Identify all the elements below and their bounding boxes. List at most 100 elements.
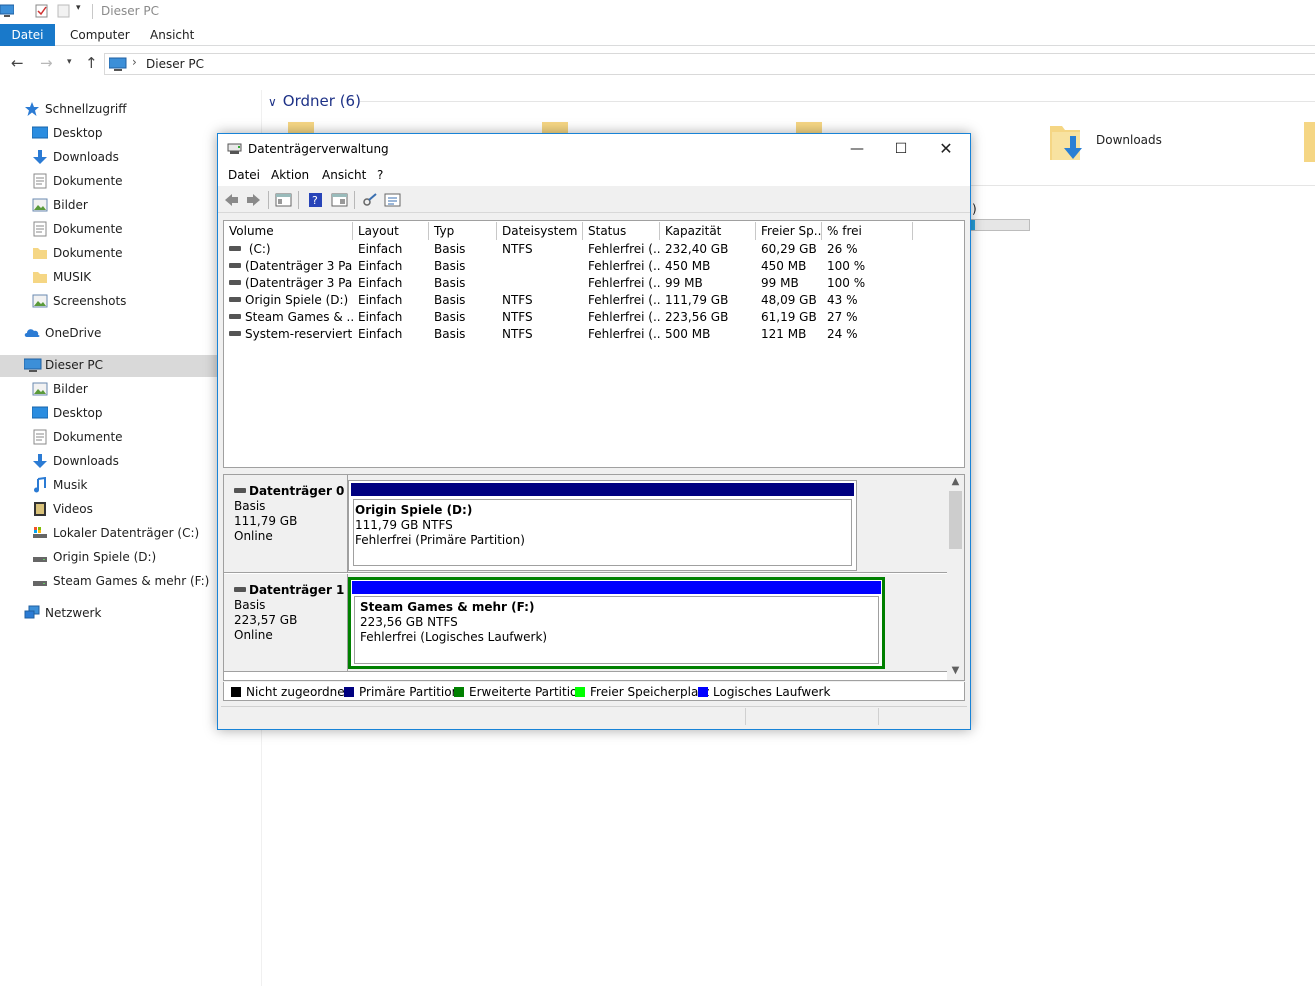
download-arrow-icon xyxy=(32,453,48,469)
cell-dateisystem: NTFS xyxy=(502,310,533,324)
sidebar-item-label: Dokumente xyxy=(53,222,123,236)
breadcrumb-chevron-icon[interactable]: › xyxy=(132,55,137,69)
console-tree-icon[interactable] xyxy=(275,192,292,208)
back-arrow-icon[interactable] xyxy=(223,192,240,208)
cell-layout: Einfach xyxy=(358,242,403,256)
volume-list: Volume Layout Typ Dateisystem Status Kap… xyxy=(223,220,965,468)
table-row[interactable]: Steam Games & ... Einfach Basis NTFS Feh… xyxy=(224,309,964,326)
properties-check-icon[interactable] xyxy=(35,4,49,18)
cell-prozent-frei: 26 % xyxy=(827,242,858,256)
ribbon-tab-computer[interactable]: Computer xyxy=(70,24,130,46)
volume-list-header: Volume Layout Typ Dateisystem Status Kap… xyxy=(224,222,964,240)
column-typ[interactable]: Typ xyxy=(429,222,497,240)
disk-view-scrollbar[interactable]: ▲ ▼ xyxy=(947,475,964,680)
disk-management-window: Datenträgerverwaltung — ☐ ✕ Datei Aktion… xyxy=(217,133,971,730)
disk-graphical-view: Datenträger 0 Basis 111,79 GB Online Ori… xyxy=(223,474,965,681)
menu-help[interactable]: ? xyxy=(377,168,383,182)
scroll-up-arrow-icon[interactable]: ▲ xyxy=(947,476,964,487)
scrollbar-thumb[interactable] xyxy=(949,491,962,549)
group-header-ordner[interactable]: ∨ Ordner (6) xyxy=(268,92,361,110)
table-row[interactable]: System-reserviert Einfach Basis NTFS Feh… xyxy=(224,326,964,343)
disk-0-label[interactable]: Datenträger 0 Basis 111,79 GB Online xyxy=(224,475,348,573)
sidebar-item-label: Dieser PC xyxy=(45,358,103,372)
column-freier-speicher[interactable]: Freier Sp... xyxy=(756,222,825,240)
disk-key-icon[interactable] xyxy=(361,192,378,208)
table-row[interactable]: (Datenträger 3 Par... Einfach Basis Fehl… xyxy=(224,258,964,275)
column-volume[interactable]: Volume xyxy=(224,222,353,240)
onedrive-cloud-icon xyxy=(24,325,40,341)
cell-kapazitaet: 99 MB xyxy=(665,276,703,290)
sidebar-item-label: Dokumente xyxy=(53,246,123,260)
folder-icon[interactable] xyxy=(1304,122,1315,162)
cell-prozent-frei: 100 % xyxy=(827,259,866,273)
menu-datei[interactable]: Datei xyxy=(228,168,260,182)
collapse-chevron-icon[interactable]: ∨ xyxy=(268,95,277,109)
documents-icon xyxy=(32,221,48,237)
dm-status-bar xyxy=(221,706,967,726)
network-icon xyxy=(24,605,40,621)
disk-0-name: Datenträger 0 xyxy=(234,484,347,499)
help-icon[interactable]: ? xyxy=(307,192,324,208)
recent-locations-chevron-icon[interactable]: ▾ xyxy=(67,57,72,67)
column-layout[interactable]: Layout xyxy=(353,222,429,240)
back-arrow-icon[interactable]: ← xyxy=(11,54,24,72)
scroll-down-arrow-icon[interactable]: ▼ xyxy=(947,665,964,676)
cell-kapazitaet: 223,56 GB xyxy=(665,310,729,324)
downloads-folder-icon[interactable] xyxy=(1050,122,1088,165)
cell-volume: System-reserviert xyxy=(224,326,353,343)
column-status[interactable]: Status xyxy=(583,222,660,240)
properties-icon[interactable] xyxy=(331,192,348,208)
cell-status: Fehlerfrei (... xyxy=(588,310,660,324)
disk-1-area: Steam Games & mehr (F:) 223,56 GB NTFS F… xyxy=(348,574,948,672)
maximize-button[interactable]: ☐ xyxy=(878,134,924,164)
table-row[interactable]: (C:) Einfach Basis NTFS Fehlerfrei (... … xyxy=(224,241,964,258)
partition-origin-spiele[interactable]: Origin Spiele (D:) 111,79 GB NTFS Fehler… xyxy=(348,480,857,571)
minimize-button[interactable]: — xyxy=(834,134,880,164)
partition-steam-games[interactable]: Steam Games & mehr (F:) 223,56 GB NTFS F… xyxy=(348,577,885,669)
settings-list-icon[interactable] xyxy=(384,192,401,208)
cell-typ: Basis xyxy=(434,327,466,341)
computer-icon[interactable] xyxy=(0,4,15,18)
sidebar-item-label: Netzwerk xyxy=(45,606,102,620)
column-dateisystem[interactable]: Dateisystem xyxy=(497,222,583,240)
address-bar[interactable]: › Dieser PC xyxy=(104,53,1315,75)
forward-arrow-icon[interactable]: → xyxy=(40,54,53,72)
ribbon-tab-datei[interactable]: Datei xyxy=(0,24,55,46)
menu-ansicht[interactable]: Ansicht xyxy=(322,168,366,182)
close-button[interactable]: ✕ xyxy=(923,134,969,164)
up-arrow-icon[interactable]: ↑ xyxy=(85,54,98,72)
table-row[interactable]: Origin Spiele (D:) Einfach Basis NTFS Fe… xyxy=(224,292,964,309)
sidebar-item-label: Lokaler Datenträger (C:) xyxy=(53,526,200,540)
drive-icon xyxy=(32,573,48,589)
pictures-icon xyxy=(32,197,48,213)
title-separator xyxy=(92,4,93,19)
ribbon-tab-ansicht[interactable]: Ansicht xyxy=(150,24,194,46)
breadcrumb-dieser-pc[interactable]: Dieser PC xyxy=(146,57,204,71)
drive-icon xyxy=(229,263,241,268)
column-prozent-frei[interactable]: % frei xyxy=(822,222,913,240)
desktop-icon xyxy=(31,125,49,141)
sidebar-item-label: Dokumente xyxy=(53,174,123,188)
cell-freier-speicher: 48,09 GB xyxy=(761,293,817,307)
cell-dateisystem: NTFS xyxy=(502,293,533,307)
table-row[interactable]: (Datenträger 3 Par... Einfach Basis Fehl… xyxy=(224,275,964,292)
cell-typ: Basis xyxy=(434,242,466,256)
new-folder-icon[interactable] xyxy=(57,4,71,18)
disk-1-state: Online xyxy=(234,628,273,642)
column-kapazitaet[interactable]: Kapazität xyxy=(660,222,756,240)
legend-swatch xyxy=(698,686,708,697)
quick-access-dropdown-icon[interactable]: ▾ xyxy=(76,3,90,17)
desktop-icon xyxy=(31,405,49,421)
cell-prozent-frei: 43 % xyxy=(827,293,858,307)
disk-1-name: Datenträger 1 xyxy=(234,583,347,598)
downloads-folder-label[interactable]: Downloads xyxy=(1096,133,1162,147)
disk-0-type: Basis xyxy=(234,499,266,513)
ribbon-tabs: Datei Computer Ansicht xyxy=(0,24,1315,46)
partition-status: Fehlerfrei (Logisches Laufwerk) xyxy=(360,630,548,644)
disk-1-label[interactable]: Datenträger 1 Basis 223,57 GB Online xyxy=(224,574,348,672)
cell-typ: Basis xyxy=(434,259,466,273)
toolbar-separator xyxy=(298,191,299,209)
menu-aktion[interactable]: Aktion xyxy=(271,168,309,182)
disk-0-size: 111,79 GB xyxy=(234,514,298,528)
forward-arrow-icon[interactable] xyxy=(245,192,262,208)
